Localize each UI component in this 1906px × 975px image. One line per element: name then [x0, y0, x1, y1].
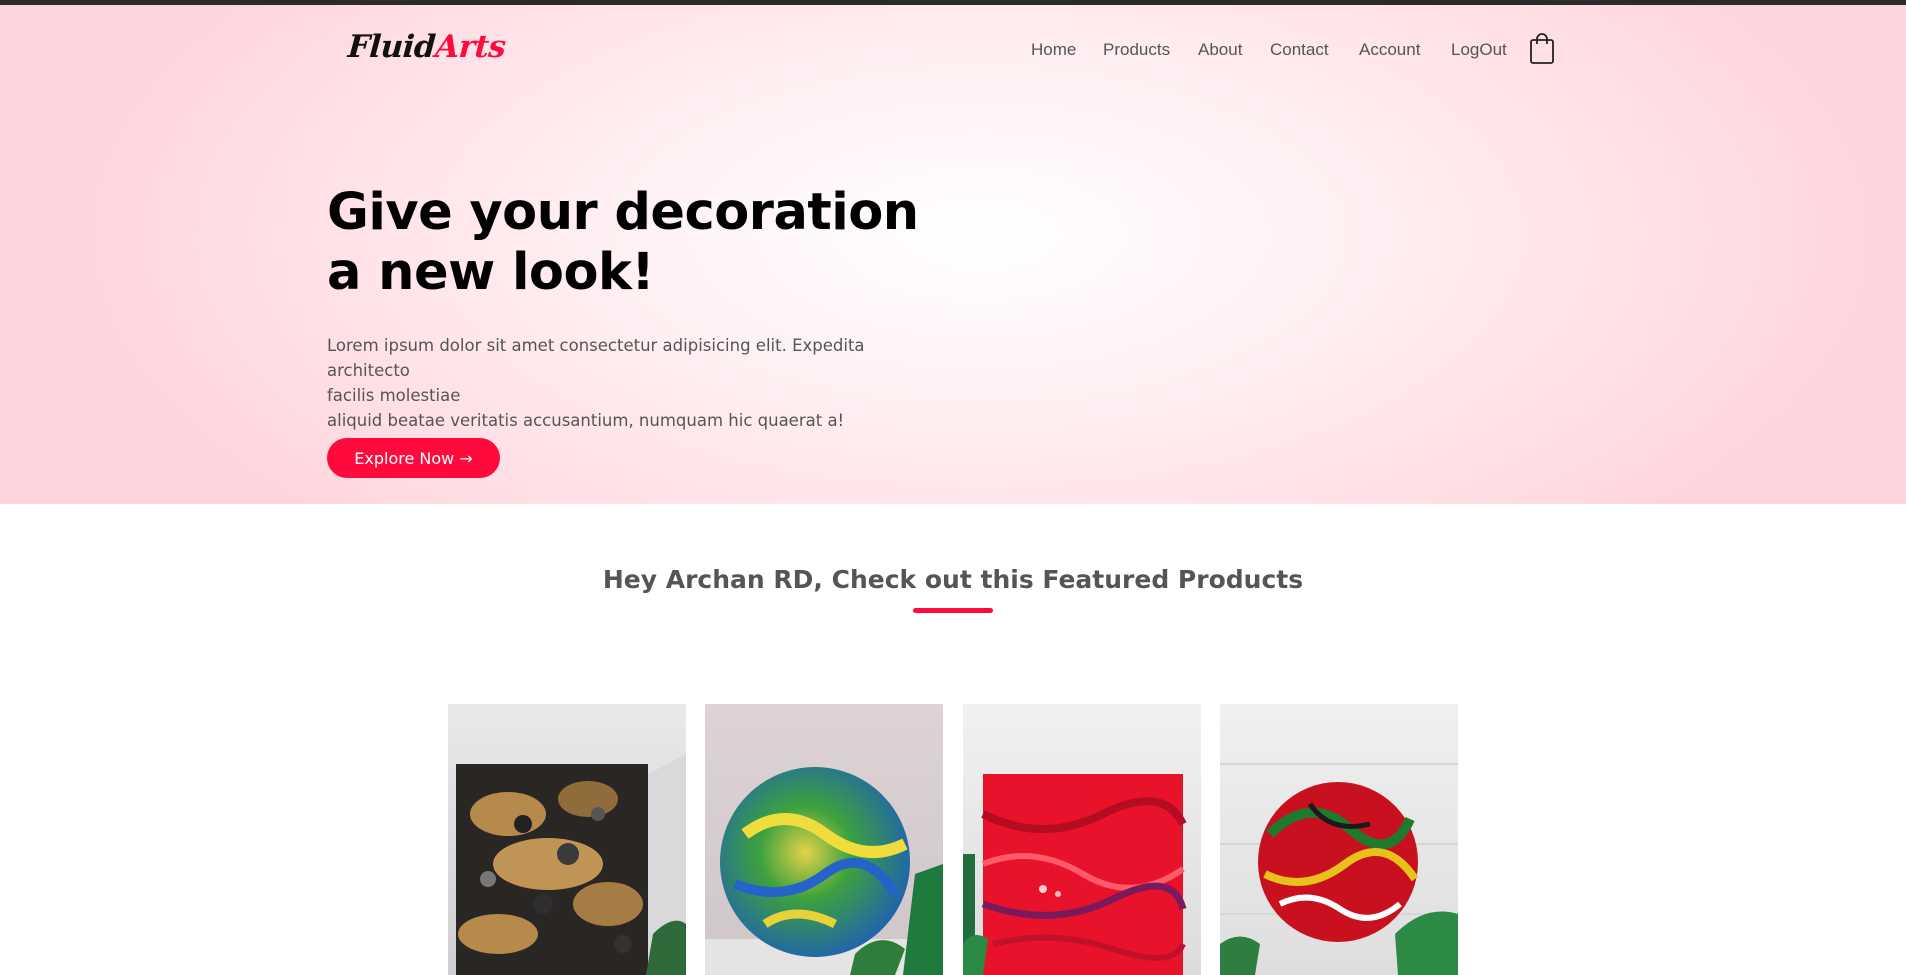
product-card-3[interactable] — [963, 704, 1201, 975]
product-card-4[interactable] — [1220, 704, 1458, 975]
product-image-3 — [963, 704, 1201, 975]
product-card-2[interactable] — [705, 704, 943, 975]
nav-about[interactable]: About — [1198, 40, 1242, 60]
product-image-1 — [448, 704, 686, 975]
nav-contact[interactable]: Contact — [1270, 40, 1329, 60]
title-underline — [913, 608, 993, 613]
hero-headline-line2: a new look! — [327, 243, 655, 302]
logo[interactable]: FluidArts — [347, 29, 507, 65]
hero-headline-line1: Give your decoration — [327, 183, 919, 242]
product-image-2 — [705, 704, 943, 975]
logo-text-arts: Arts — [434, 29, 507, 65]
hero-description-line2: facilis molestiae — [327, 386, 461, 405]
hero-description-line1: Lorem ipsum dolor sit amet consectetur a… — [327, 336, 865, 380]
product-image-4 — [1220, 704, 1458, 975]
nav-account[interactable]: Account — [1359, 40, 1420, 60]
nav-home[interactable]: Home — [1031, 40, 1076, 60]
featured-products-title: Hey Archan RD, Check out this Featured P… — [602, 565, 1304, 594]
nav-products[interactable]: Products — [1103, 40, 1170, 60]
hero-description: Lorem ipsum dolor sit amet consectetur a… — [327, 333, 947, 433]
hero-section: FluidArts Home Products About Contact Ac… — [0, 5, 1906, 504]
nav-logout[interactable]: LogOut — [1451, 40, 1507, 60]
hero-headline: Give your decoration a new look! — [327, 183, 1027, 303]
shopping-bag-icon[interactable] — [1530, 33, 1554, 64]
explore-now-button[interactable]: Explore Now → — [327, 438, 500, 478]
product-card-1[interactable] — [448, 704, 686, 975]
hero-description-line3: aliquid beatae veritatis accusantium, nu… — [327, 411, 845, 430]
logo-text-fluid: Fluid — [346, 29, 437, 65]
